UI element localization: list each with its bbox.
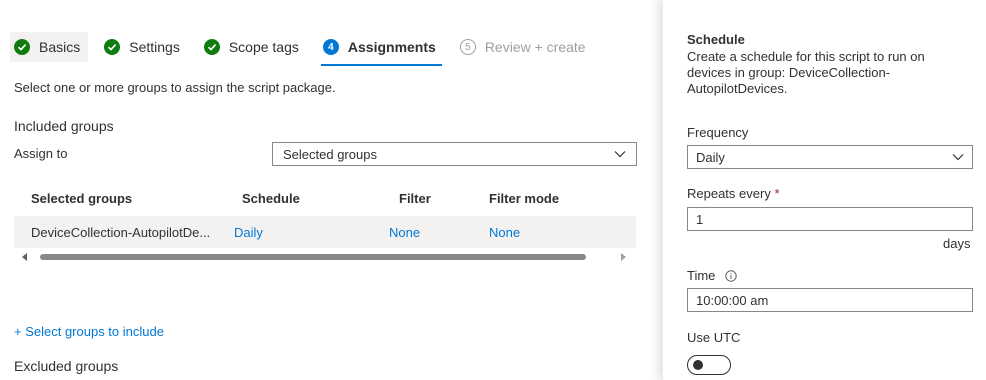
step-label: Basics xyxy=(39,39,81,55)
included-groups-title: Included groups xyxy=(14,118,114,134)
select-groups-include-link[interactable]: + Select groups to include xyxy=(14,324,164,339)
checkmark-icon xyxy=(104,39,121,55)
time-input[interactable] xyxy=(687,288,973,312)
frequency-value: Daily xyxy=(696,149,725,165)
assign-to-label: Assign to xyxy=(14,146,68,161)
horizontal-scrollbar[interactable] xyxy=(14,250,636,264)
page-description: Select one or more groups to assign the … xyxy=(14,80,336,95)
step-assignments[interactable]: 4 Assignments xyxy=(319,32,444,66)
wizard-steps: Basics Settings Scope tags 4 Assignments… xyxy=(10,32,606,66)
assign-to-dropdown[interactable]: Selected groups xyxy=(272,142,637,166)
column-header: Selected groups xyxy=(31,190,133,206)
schedule-title: Schedule xyxy=(687,32,745,47)
frequency-label: Frequency xyxy=(687,125,749,140)
repeats-unit: days xyxy=(943,236,971,251)
time-text: Time xyxy=(687,268,716,283)
step-settings[interactable]: Settings xyxy=(100,32,188,62)
group-name-cell: DeviceCollection-AutopilotDe... xyxy=(31,224,211,240)
checkmark-icon xyxy=(14,39,30,55)
step-label: Settings xyxy=(129,39,180,55)
step-basics[interactable]: Basics xyxy=(10,32,89,62)
use-utc-label: Use UTC xyxy=(687,330,741,345)
column-header: Filter mode xyxy=(489,190,560,206)
repeats-every-text: Repeats every xyxy=(687,186,771,201)
schedule-link[interactable]: Daily xyxy=(234,225,389,240)
step-number-badge: 4 xyxy=(322,39,339,55)
groups-table: Selected groups Schedule Filter Filter m… xyxy=(14,180,636,248)
table-header: Selected groups Schedule Filter Filter m… xyxy=(14,180,636,216)
time-label: Time xyxy=(687,268,737,283)
required-mark: * xyxy=(774,186,780,201)
step-review-create[interactable]: 5 Review + create xyxy=(456,32,594,62)
repeats-every-input[interactable] xyxy=(687,207,973,231)
step-label: Review + create xyxy=(484,39,586,55)
use-utc-toggle[interactable] xyxy=(687,355,731,375)
schedule-description: Create a schedule for this script to run… xyxy=(687,49,925,96)
schedule-panel: Schedule Create a schedule for this scri… xyxy=(662,0,986,380)
step-label: Assignments xyxy=(347,39,436,55)
column-header: Schedule xyxy=(242,190,300,206)
checkmark-icon xyxy=(203,39,220,55)
scroll-left-icon[interactable] xyxy=(22,253,28,261)
chevron-down-icon xyxy=(614,151,626,158)
step-label: Scope tags xyxy=(228,39,299,55)
scrollbar-thumb[interactable] xyxy=(40,254,586,260)
info-icon[interactable] xyxy=(725,270,737,282)
table-row[interactable]: DeviceCollection-AutopilotDe... Daily No… xyxy=(14,216,636,248)
excluded-groups-title: Excluded groups xyxy=(14,358,119,374)
step-scope-tags[interactable]: Scope tags xyxy=(200,32,307,62)
repeats-every-label: Repeats every * xyxy=(687,186,780,201)
assign-to-value: Selected groups xyxy=(283,146,377,162)
toggle-knob xyxy=(693,360,703,370)
assignments-page: Basics Settings Scope tags 4 Assignments… xyxy=(0,0,662,380)
chevron-down-icon xyxy=(952,154,964,161)
step-number-badge: 5 xyxy=(459,39,476,55)
filter-link[interactable]: None xyxy=(389,225,489,240)
filter-mode-link[interactable]: None xyxy=(489,225,636,240)
frequency-dropdown[interactable]: Daily xyxy=(687,145,973,169)
scroll-right-icon[interactable] xyxy=(620,253,626,261)
column-header: Filter xyxy=(399,190,431,206)
